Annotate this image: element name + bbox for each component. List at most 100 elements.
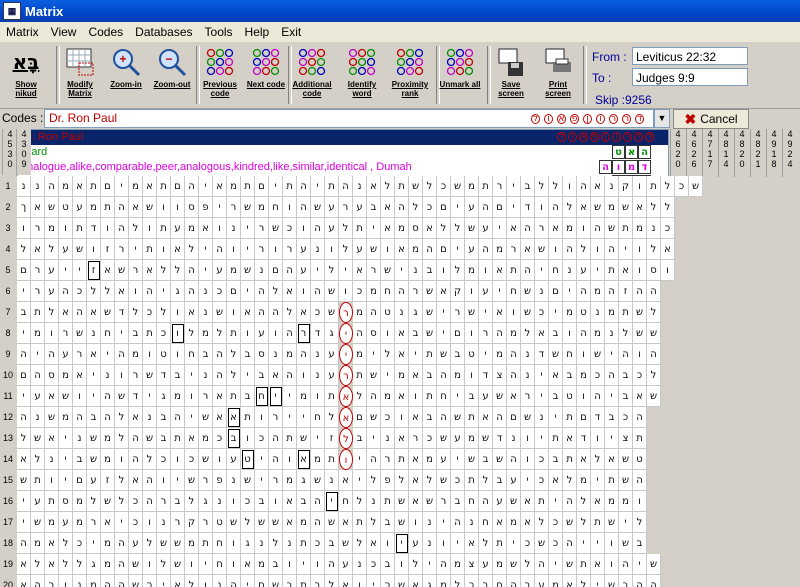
matrix-cell[interactable]: ו bbox=[633, 491, 647, 512]
matrix-cell[interactable]: נ bbox=[535, 281, 549, 302]
matrix-cell[interactable]: ם bbox=[507, 407, 521, 428]
matrix-cell[interactable]: ל bbox=[563, 470, 577, 491]
matrix-cell[interactable]: ח bbox=[339, 491, 353, 512]
matrix-cell[interactable]: מ bbox=[605, 197, 619, 218]
matrix-cell[interactable]: י bbox=[17, 323, 31, 344]
matrix-cell[interactable]: י bbox=[549, 407, 563, 428]
matrix-cell[interactable]: י bbox=[493, 281, 507, 302]
matrix-cell[interactable]: י bbox=[591, 470, 605, 491]
matrix-cell[interactable]: ש bbox=[395, 575, 409, 587]
matrix-cell[interactable]: ר bbox=[115, 239, 129, 260]
matrix-cell[interactable]: ח bbox=[563, 344, 577, 365]
matrix-cell[interactable]: ש bbox=[59, 386, 73, 407]
matrix-cell[interactable]: ת bbox=[423, 386, 437, 407]
matrix-cell[interactable]: ם bbox=[269, 260, 283, 281]
matrix-cell[interactable]: ר bbox=[381, 449, 395, 470]
matrix-cell[interactable]: פ bbox=[199, 197, 213, 218]
matrix-cell[interactable]: ר bbox=[199, 386, 213, 407]
matrix-cell[interactable]: ה bbox=[283, 365, 297, 386]
matrix-cell[interactable]: ה bbox=[507, 365, 521, 386]
matrix-cell[interactable]: כ bbox=[185, 449, 199, 470]
matrix-cell[interactable]: ז bbox=[101, 470, 115, 491]
matrix-cell[interactable]: ש bbox=[633, 323, 647, 344]
matrix-cell[interactable]: י bbox=[59, 260, 73, 281]
matrix-cell[interactable]: י bbox=[255, 470, 269, 491]
matrix-cell[interactable]: ה bbox=[535, 554, 549, 575]
matrix-cell[interactable]: ל bbox=[325, 575, 339, 587]
matrix-cell[interactable]: ח bbox=[437, 386, 451, 407]
matrix-cell[interactable]: ב bbox=[493, 470, 507, 491]
matrix-cell[interactable]: א bbox=[465, 533, 479, 554]
matrix-cell[interactable]: י bbox=[311, 176, 325, 197]
matrix-cell[interactable]: ה bbox=[605, 365, 619, 386]
matrix-cell[interactable]: א bbox=[213, 176, 227, 197]
matrix-cell[interactable]: נ bbox=[17, 176, 31, 197]
matrix-cell[interactable]: ו bbox=[269, 323, 283, 344]
matrix-cell[interactable]: ת bbox=[563, 407, 577, 428]
matrix-cell[interactable]: ב bbox=[87, 407, 101, 428]
matrix-cell[interactable]: ע bbox=[577, 260, 591, 281]
matrix-cell[interactable]: א bbox=[395, 386, 409, 407]
matrix-cell[interactable]: ה bbox=[479, 197, 493, 218]
matrix-cell[interactable]: ם bbox=[101, 176, 115, 197]
matrix-cell[interactable]: ת bbox=[605, 260, 619, 281]
matrix-cell[interactable]: ה bbox=[605, 281, 619, 302]
matrix-cell[interactable]: ו bbox=[227, 533, 241, 554]
matrix-cell[interactable]: ת bbox=[297, 575, 311, 587]
matrix-cell[interactable]: ל bbox=[339, 218, 353, 239]
matrix-cell[interactable]: ר bbox=[409, 281, 423, 302]
matrix-cell[interactable]: ל bbox=[73, 554, 87, 575]
matrix-cell[interactable]: י bbox=[31, 344, 45, 365]
matrix-cell[interactable]: נ bbox=[227, 470, 241, 491]
matrix-cell[interactable]: י bbox=[199, 260, 213, 281]
matrix-cell[interactable]: נ bbox=[381, 428, 395, 449]
matrix-cell[interactable]: ה bbox=[311, 218, 325, 239]
matrix-cell[interactable]: ת bbox=[549, 428, 563, 449]
matrix-cell[interactable]: ו bbox=[297, 365, 311, 386]
matrix-cell[interactable]: צ bbox=[619, 428, 633, 449]
matrix-cell[interactable]: ם bbox=[353, 407, 367, 428]
matrix-cell[interactable]: ו bbox=[143, 554, 157, 575]
matrix-cell[interactable]: ק bbox=[451, 281, 465, 302]
matrix-cell[interactable]: ש bbox=[297, 428, 311, 449]
matrix-cell[interactable]: כ bbox=[129, 512, 143, 533]
matrix-cell[interactable]: כ bbox=[437, 176, 451, 197]
matrix-cell[interactable]: מ bbox=[493, 344, 507, 365]
matrix-cell[interactable]: ד bbox=[535, 344, 549, 365]
matrix-cell[interactable]: ר bbox=[367, 260, 381, 281]
additional-code-button[interactable]: Additional code bbox=[290, 46, 334, 106]
matrix-cell[interactable]: א bbox=[17, 575, 31, 587]
matrix-cell[interactable]: ם bbox=[493, 197, 507, 218]
matrix-cell[interactable]: ו bbox=[633, 260, 647, 281]
matrix-cell[interactable]: מ bbox=[633, 218, 647, 239]
matrix-cell[interactable]: נ bbox=[213, 575, 227, 587]
matrix-cell[interactable]: נ bbox=[465, 512, 479, 533]
matrix-cell[interactable]: ו bbox=[45, 323, 59, 344]
matrix-cell[interactable]: ב bbox=[17, 302, 31, 323]
matrix-cell[interactable]: נ bbox=[311, 344, 325, 365]
matrix-cell[interactable]: ה bbox=[619, 554, 633, 575]
matrix-cell[interactable]: ח bbox=[465, 491, 479, 512]
matrix-cell[interactable]: א bbox=[129, 197, 143, 218]
nikud-button[interactable]: בָּא Show nikud bbox=[4, 46, 48, 106]
matrix-cell[interactable]: א bbox=[409, 470, 423, 491]
matrix-cell[interactable]: ט bbox=[465, 344, 479, 365]
matrix-cell[interactable]: א bbox=[115, 281, 129, 302]
matrix-cell[interactable]: ב bbox=[451, 491, 465, 512]
matrix-cell[interactable]: נ bbox=[353, 176, 367, 197]
matrix-cell[interactable]: ר bbox=[199, 512, 213, 533]
matrix-cell[interactable]: ת bbox=[619, 218, 633, 239]
matrix-cell[interactable]: ו bbox=[87, 239, 101, 260]
matrix-cell[interactable]: י bbox=[87, 533, 101, 554]
matrix-cell[interactable]: ת bbox=[199, 533, 213, 554]
matrix-cell[interactable]: נ bbox=[101, 365, 115, 386]
matrix-cell[interactable]: ב bbox=[325, 533, 339, 554]
matrix-cell[interactable]: כ bbox=[381, 575, 395, 587]
matrix-cell[interactable]: פ bbox=[213, 470, 227, 491]
matrix-cell[interactable]: ה bbox=[577, 281, 591, 302]
matrix-cell[interactable]: ם bbox=[17, 260, 31, 281]
matrix-cell[interactable]: י bbox=[535, 365, 549, 386]
matrix-cell[interactable]: ל bbox=[185, 239, 199, 260]
matrix-cell[interactable]: י bbox=[241, 365, 255, 386]
matrix-cell[interactable]: ב bbox=[465, 386, 479, 407]
